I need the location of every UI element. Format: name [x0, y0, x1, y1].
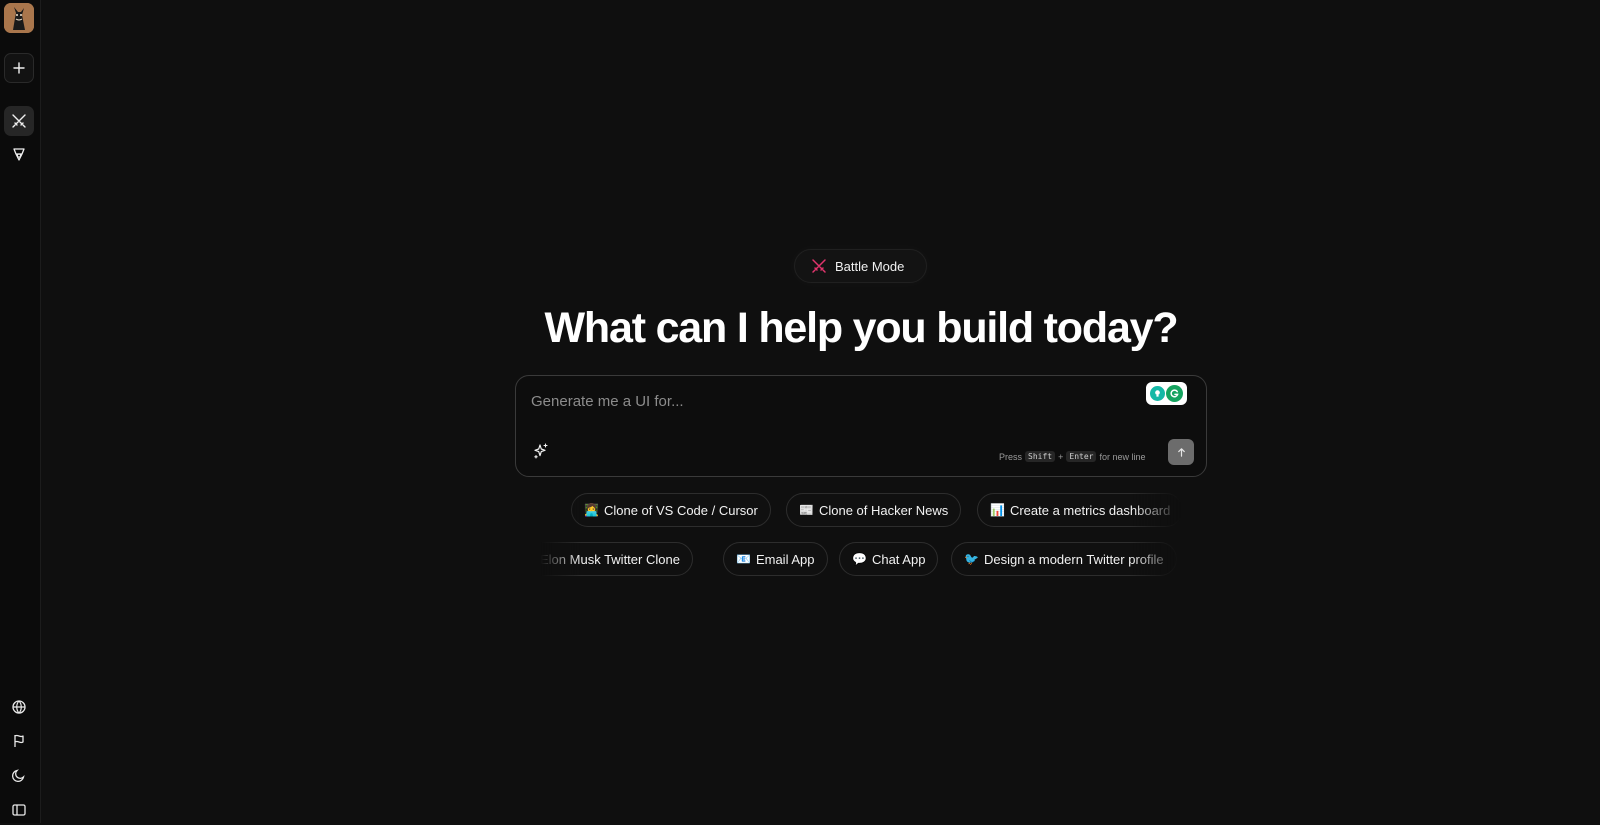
globe-icon — [12, 700, 26, 714]
arrow-up-icon — [1177, 447, 1185, 457]
chip-emoji: 📰 — [799, 503, 814, 517]
extension-badge[interactable] — [1146, 382, 1187, 405]
battle-mode-label: Battle Mode — [835, 258, 905, 274]
prompt-box: Press Shift + Enter for new line — [515, 375, 1207, 477]
theme-toggle-button[interactable] — [4, 760, 34, 790]
flag-icon — [14, 734, 24, 747]
chip-emoji: 👩‍💻 — [584, 503, 599, 517]
sidebar-item-arena[interactable] — [4, 139, 34, 169]
chip-label: Email App — [755, 551, 815, 567]
sidebar — [0, 0, 41, 823]
llama-avatar-icon — [4, 3, 34, 33]
plus-icon — [13, 62, 25, 74]
sparkles-icon — [534, 443, 548, 459]
battle-mode-pill[interactable]: Battle Mode — [794, 249, 927, 283]
hint-prefix: Press — [999, 451, 1023, 462]
chip-label: Create a metrics dashboard — [1009, 502, 1171, 518]
enter-key: Enter — [1066, 451, 1097, 462]
chip-label: Clone of VS Code / Cursor — [603, 502, 758, 518]
chip-label: Clone of Hacker News — [818, 502, 949, 518]
hint-plus: + — [1058, 451, 1064, 462]
suggestion-chip[interactable]: 🐦 Design a modern Twitter profile — [951, 542, 1177, 576]
chip-emoji: 💬 — [852, 552, 867, 566]
send-button[interactable] — [1168, 439, 1194, 465]
suggestion-chip[interactable]: 📰 Clone of Hacker News — [786, 493, 962, 527]
chip-label: Chat App — [871, 551, 926, 567]
prompt-input[interactable] — [531, 390, 1121, 412]
newline-hint: Press Shift + Enter for new line — [999, 451, 1184, 462]
battle-swords-icon — [12, 114, 26, 128]
shift-key: Shift — [1025, 451, 1056, 462]
suggestion-chip[interactable]: 💬 Chat App — [839, 542, 939, 576]
moon-icon — [11, 769, 25, 783]
main-content: Battle Mode What can I help you build to… — [41, 0, 1600, 823]
suggestion-chip[interactable]: Elon Musk Twitter Clone — [541, 542, 693, 576]
sidebar-item-battle[interactable] — [4, 106, 34, 136]
chip-emoji: 📊 — [990, 503, 1005, 517]
enhance-prompt-button[interactable] — [532, 442, 550, 460]
suggestion-chip[interactable]: 👩‍💻 Clone of VS Code / Cursor — [571, 493, 771, 527]
chip-label: Elon Musk Twitter Clone — [541, 551, 680, 567]
chip-emoji: 📧 — [736, 552, 751, 566]
avatar[interactable] — [4, 3, 34, 33]
new-chat-button[interactable] — [4, 53, 34, 83]
grammarly-icon — [1166, 385, 1184, 402]
language-button[interactable] — [4, 692, 34, 722]
arena-icon — [13, 148, 25, 161]
toggle-sidebar-button[interactable] — [4, 795, 34, 825]
sidebar-panel-icon — [12, 804, 26, 816]
battle-swords-icon — [812, 259, 826, 273]
suggestions-row-2: Elon Musk Twitter Clone 📧 Email App 💬 Ch… — [541, 541, 1181, 577]
lightbulb-icon — [1149, 386, 1165, 401]
hint-suffix: for new line — [1099, 451, 1146, 462]
chip-emoji: 🐦 — [964, 552, 979, 566]
suggestion-chip[interactable]: 📧 Email App — [723, 542, 828, 576]
page-title: What can I help you build today? — [544, 304, 1179, 352]
report-button[interactable] — [4, 726, 34, 756]
suggestion-chip[interactable]: 📊 Create a metrics dashboard — [977, 493, 1181, 527]
suggestions-row-1: 👩‍💻 Clone of VS Code / Cursor 📰 Clone of… — [541, 492, 1181, 528]
chip-label: Design a modern Twitter profile — [983, 551, 1164, 567]
